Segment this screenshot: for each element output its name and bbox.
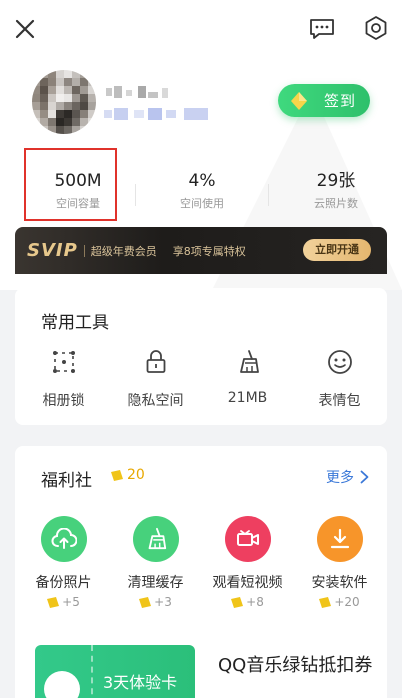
task-label: 备份照片	[35, 575, 92, 591]
avatar[interactable]	[32, 70, 96, 134]
svip-open-button[interactable]: 立即开通	[303, 239, 371, 261]
stat-value: 4%	[188, 171, 216, 191]
task-reward: +5	[17, 595, 110, 609]
tool-clean-cache[interactable]: 21MB	[201, 348, 294, 406]
reward-value: +8	[246, 595, 264, 609]
task-reward: +8	[201, 595, 294, 609]
diamond-icon	[291, 91, 307, 110]
task-label: 观看短视频	[212, 575, 283, 591]
ticket-divider	[91, 645, 93, 698]
offer-title[interactable]: QQ音乐绿钻抵扣券	[218, 654, 378, 678]
tool-label: 相册锁	[42, 393, 85, 409]
svip-banner[interactable]: SVIP 超级年费会员 享8项专属特权 立即开通	[15, 227, 387, 274]
divider	[135, 184, 136, 206]
video-icon	[224, 516, 271, 562]
album-lock-icon	[17, 348, 110, 376]
broom-icon	[132, 516, 179, 562]
divider	[83, 244, 85, 257]
tool-label: 21MB	[227, 390, 268, 406]
reward-value: +5	[62, 595, 80, 609]
reward-value: +20	[334, 595, 360, 609]
divider	[268, 184, 269, 206]
coin-icon	[139, 596, 152, 608]
task-label: 清理缓存	[127, 575, 184, 591]
task-reward: +20	[293, 595, 386, 609]
task-label: 安装软件	[311, 575, 368, 591]
task-backup-photos[interactable]: 备份照片 +5	[17, 516, 110, 609]
profile-header: 签到 500M 空间容量 4% 空间使用 29张 云照片数 SVIP 超级年费会…	[0, 0, 402, 290]
download-icon	[316, 516, 363, 562]
broom-icon	[201, 348, 294, 376]
trial-card-ticket[interactable]: 3天体验卡	[35, 645, 195, 698]
task-clean-cache[interactable]: 清理缓存 +3	[109, 516, 202, 609]
task-install-apps[interactable]: 安装软件 +20	[293, 516, 386, 609]
coin-icon	[111, 469, 123, 481]
settings-icon[interactable]	[362, 14, 390, 42]
sign-in-button[interactable]: 签到	[278, 84, 370, 117]
qq-music-icon	[44, 671, 80, 698]
coin-count: 20	[127, 467, 145, 483]
tools-card: 常用工具 相册锁 隐私空间 21MB 表情包	[15, 288, 387, 425]
coin-icon	[231, 596, 244, 608]
task-watch-videos[interactable]: 观看短视频 +8	[201, 516, 294, 609]
nickname-blurred	[106, 86, 168, 98]
highlight-annotation	[24, 148, 117, 221]
tools-title: 常用工具	[41, 313, 109, 333]
svip-privilege: 享8项专属特权	[172, 244, 246, 258]
svip-logo: SVIP	[27, 240, 78, 261]
sign-in-label: 签到	[324, 92, 357, 110]
stat-value: 29张	[316, 171, 356, 191]
welfare-title: 福利社	[41, 471, 92, 491]
welfare-coin-count: 20	[111, 467, 145, 483]
smiley-icon	[293, 348, 386, 376]
avatar-mosaic	[32, 70, 96, 134]
account-blurred	[104, 108, 208, 120]
more-label: 更多	[326, 470, 354, 486]
stat-label: 云照片数	[314, 197, 358, 210]
tool-label: 表情包	[318, 393, 361, 409]
svip-title: 超级年费会员	[90, 244, 157, 258]
close-icon[interactable]	[12, 16, 38, 42]
reward-value: +3	[154, 595, 172, 609]
welfare-card: 福利社 20 更多 备份照片 +5 清理缓存 +3 观看短视频 +8 安装软件 …	[15, 446, 387, 698]
coin-icon	[47, 596, 60, 608]
trial-ticket-label: 3天体验卡	[103, 673, 178, 692]
stat-usage[interactable]: 4% 空间使用	[137, 170, 267, 211]
tool-album-lock[interactable]: 相册锁	[17, 348, 110, 410]
lock-icon	[109, 348, 202, 376]
tool-private-space[interactable]: 隐私空间	[109, 348, 202, 410]
cloud-upload-icon	[40, 516, 87, 562]
tool-label: 隐私空间	[127, 393, 184, 409]
task-reward: +3	[109, 595, 202, 609]
top-bar	[0, 0, 402, 60]
message-icon[interactable]	[308, 16, 336, 42]
stat-label: 空间使用	[180, 197, 224, 210]
more-link[interactable]: 更多	[326, 467, 369, 487]
tool-stickers[interactable]: 表情包	[293, 348, 386, 410]
coin-icon	[319, 596, 332, 608]
chevron-right-icon	[360, 470, 369, 484]
stat-photos[interactable]: 29张 云照片数	[271, 170, 401, 211]
